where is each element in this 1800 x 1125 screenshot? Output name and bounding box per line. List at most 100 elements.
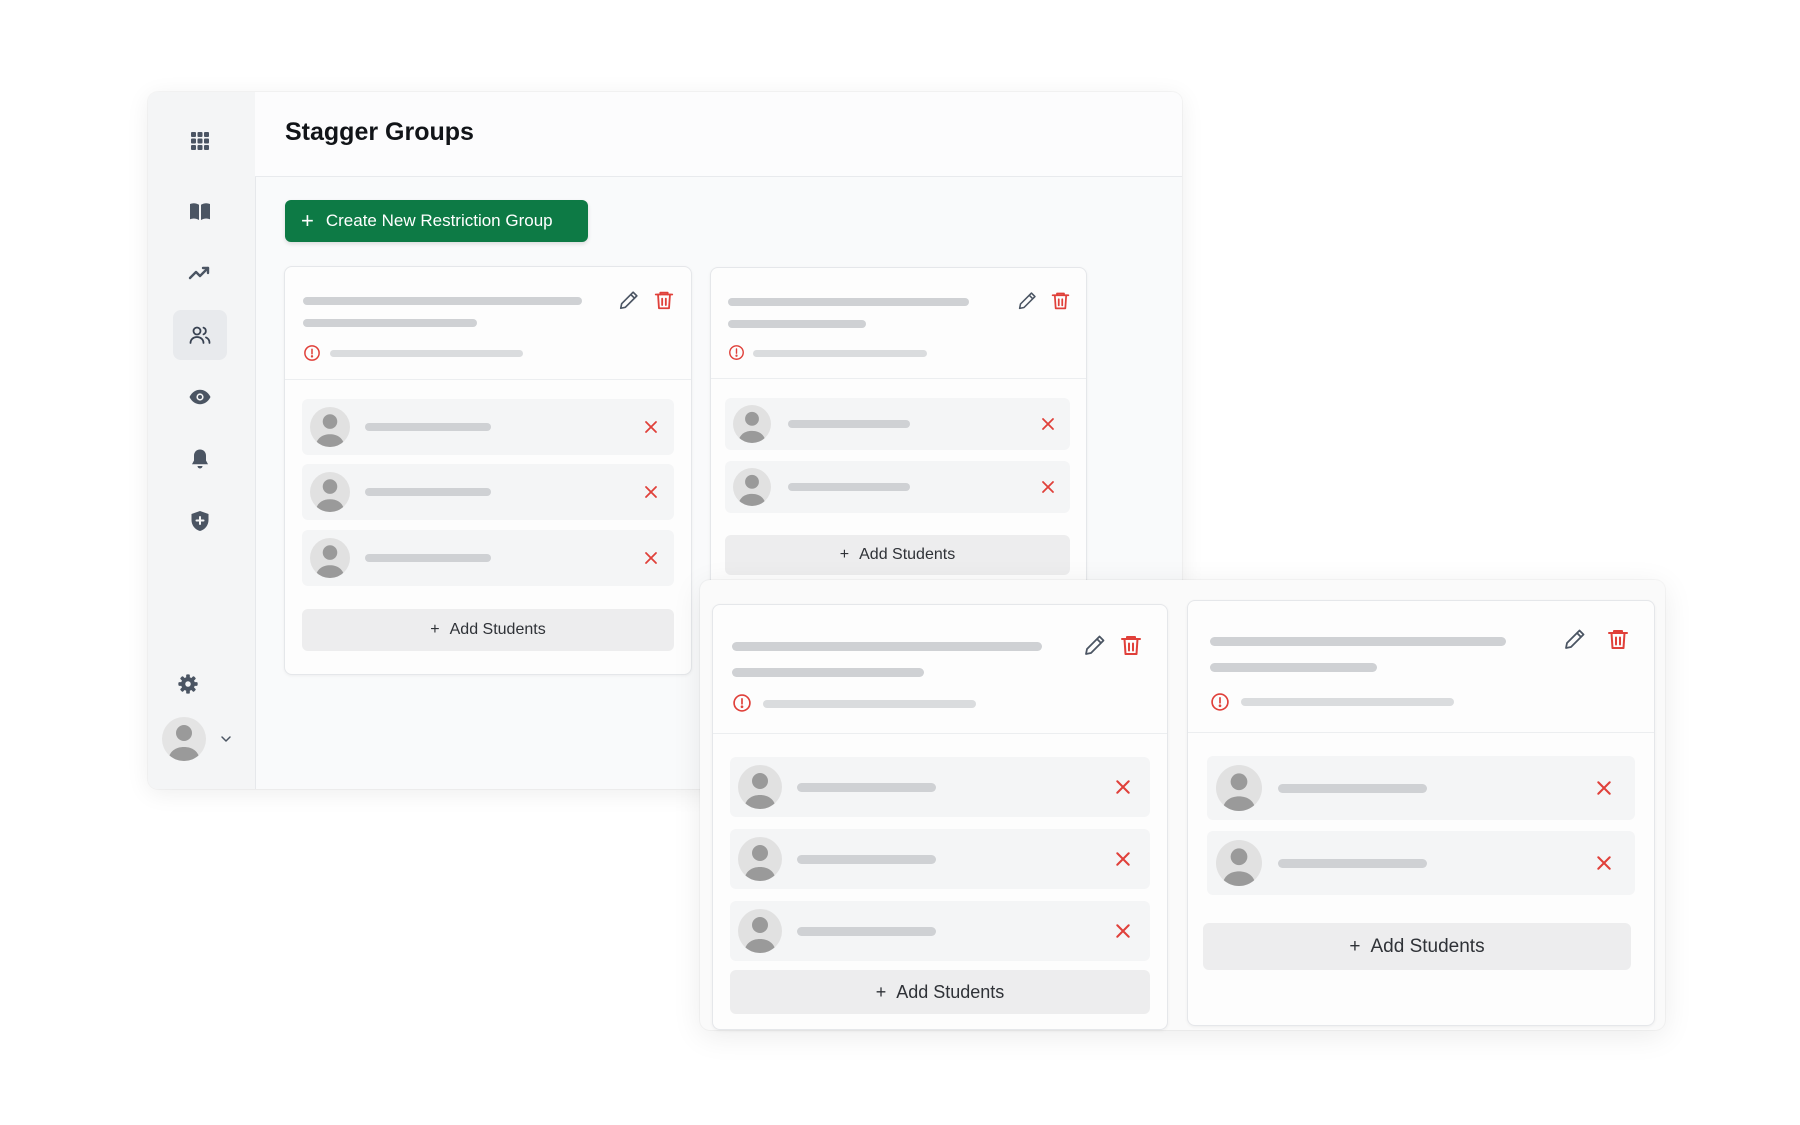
student-row xyxy=(730,757,1150,817)
group-card-header xyxy=(1188,601,1654,733)
delete-icon[interactable] xyxy=(653,289,675,311)
student-row xyxy=(725,398,1070,450)
group-subtitle-placeholder xyxy=(303,319,477,327)
add-students-button[interactable]: + Add Students xyxy=(1203,923,1631,970)
user-menu[interactable] xyxy=(162,716,242,762)
add-students-button[interactable]: + Add Students xyxy=(725,535,1070,575)
close-icon[interactable] xyxy=(1041,417,1055,431)
avatar xyxy=(733,405,771,443)
alert-text-placeholder xyxy=(1241,698,1454,706)
edit-icon[interactable] xyxy=(1083,633,1107,657)
student-name-placeholder xyxy=(1278,784,1427,793)
create-group-label: Create New Restriction Group xyxy=(325,211,553,230)
shield-plus-icon xyxy=(191,511,209,531)
add-students-button[interactable]: + Add Students xyxy=(302,609,674,651)
close-icon[interactable] xyxy=(1596,855,1612,871)
avatar xyxy=(310,407,350,447)
nav-groups[interactable] xyxy=(173,310,227,360)
group-card-header xyxy=(713,605,1167,734)
settings-button[interactable] xyxy=(168,664,208,704)
student-row xyxy=(302,464,674,520)
alert-text-placeholder xyxy=(763,700,976,708)
close-icon[interactable] xyxy=(1115,779,1131,795)
group-subtitle-placeholder xyxy=(1210,663,1377,672)
edit-icon[interactable] xyxy=(618,289,640,311)
group-card-header xyxy=(285,267,691,380)
eye-icon xyxy=(189,389,211,405)
close-icon[interactable] xyxy=(644,485,658,499)
chevron-down-icon xyxy=(221,736,231,742)
plus-icon: + xyxy=(875,981,887,1002)
group-card: + Add Students xyxy=(712,604,1168,1030)
group-name-placeholder xyxy=(303,297,582,305)
delete-icon[interactable] xyxy=(1606,627,1630,651)
student-name-placeholder xyxy=(365,423,491,431)
overlay-panel: + Add Students + Add Students xyxy=(700,580,1665,1030)
group-card: + Add Students xyxy=(1187,600,1655,1026)
alert-text-placeholder xyxy=(753,350,927,357)
avatar xyxy=(738,765,782,809)
nav-security[interactable] xyxy=(173,496,227,546)
nav-analytics[interactable] xyxy=(173,248,227,298)
group-card-header xyxy=(711,268,1086,379)
student-name-placeholder xyxy=(797,927,936,936)
student-row xyxy=(730,901,1150,961)
group-subtitle-placeholder xyxy=(732,668,924,677)
delete-icon[interactable] xyxy=(1119,633,1143,657)
plus-icon: + xyxy=(839,546,850,563)
nav-dashboard[interactable] xyxy=(173,116,227,166)
alert-icon xyxy=(303,344,321,362)
page-header: Stagger Groups xyxy=(255,92,1182,177)
group-name-placeholder xyxy=(1210,637,1506,646)
alert-icon xyxy=(1210,692,1230,712)
student-row xyxy=(725,461,1070,513)
close-icon[interactable] xyxy=(644,551,658,565)
alert-icon xyxy=(728,344,745,361)
nav-monitor[interactable] xyxy=(173,372,227,422)
sidebar xyxy=(148,92,256,789)
close-icon[interactable] xyxy=(1115,923,1131,939)
close-icon[interactable] xyxy=(1596,780,1612,796)
users-icon xyxy=(189,326,211,344)
student-row xyxy=(302,530,674,586)
group-subtitle-placeholder xyxy=(728,320,866,328)
student-name-placeholder xyxy=(365,488,491,496)
page-title: Stagger Groups xyxy=(285,118,474,146)
alert-text-placeholder xyxy=(330,350,523,357)
close-icon[interactable] xyxy=(1041,480,1055,494)
plus-icon: + xyxy=(1349,935,1361,957)
edit-icon[interactable] xyxy=(1563,627,1587,651)
nav-notifications[interactable] xyxy=(173,434,227,484)
avatar xyxy=(738,837,782,881)
student-name-placeholder xyxy=(1278,859,1427,868)
gear-icon xyxy=(178,674,198,694)
create-group-button[interactable]: + Create New Restriction Group xyxy=(285,200,588,242)
delete-icon[interactable] xyxy=(1050,290,1071,311)
add-students-label: Add Students xyxy=(896,981,1005,1002)
close-icon[interactable] xyxy=(1115,851,1131,867)
student-name-placeholder xyxy=(365,554,491,562)
grid-icon xyxy=(191,132,209,150)
edit-icon[interactable] xyxy=(1017,290,1038,311)
nav-library[interactable] xyxy=(173,186,227,236)
student-row xyxy=(1207,756,1635,820)
trending-icon xyxy=(188,266,210,280)
add-students-label: Add Students xyxy=(449,621,546,638)
student-name-placeholder xyxy=(788,483,910,491)
student-name-placeholder xyxy=(788,420,910,428)
add-students-label: Add Students xyxy=(1370,935,1485,957)
avatar xyxy=(310,538,350,578)
group-card: + Add Students xyxy=(710,267,1087,609)
close-icon[interactable] xyxy=(644,420,658,434)
add-students-label: Add Students xyxy=(859,546,956,563)
plus-icon: + xyxy=(301,208,314,233)
group-card: + Add Students xyxy=(284,266,692,675)
student-name-placeholder xyxy=(797,783,936,792)
plus-icon: + xyxy=(430,621,440,638)
avatar xyxy=(738,909,782,953)
avatar xyxy=(1216,840,1262,886)
avatar xyxy=(162,717,206,761)
bell-icon xyxy=(192,449,208,469)
add-students-button[interactable]: + Add Students xyxy=(730,970,1150,1014)
student-row xyxy=(730,829,1150,889)
